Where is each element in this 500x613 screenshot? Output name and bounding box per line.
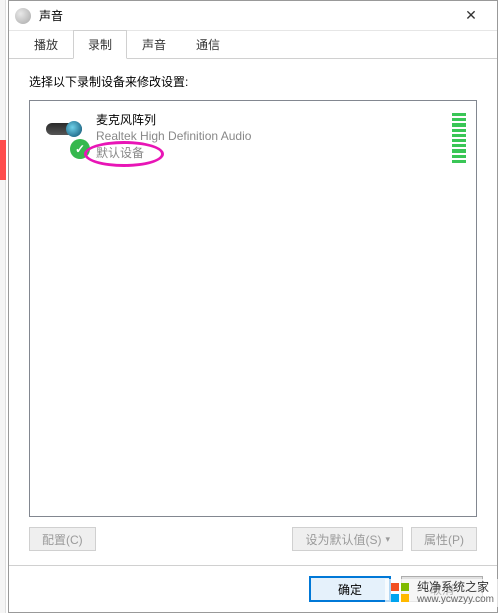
ok-button[interactable]: 确定	[309, 576, 391, 602]
background-red-strip	[0, 140, 6, 180]
level-meter-icon	[452, 111, 466, 163]
set-default-button[interactable]: 设为默认值(S)	[292, 527, 403, 551]
properties-button[interactable]: 属性(P)	[411, 527, 477, 551]
tab-recording[interactable]: 录制	[73, 30, 127, 59]
tab-communications[interactable]: 通信	[181, 30, 235, 59]
device-driver: Realtek High Definition Audio	[96, 129, 452, 143]
button-row: 配置(C) 设为默认值(S) 属性(P)	[29, 517, 477, 555]
watermark-logo-icon	[391, 583, 411, 603]
tab-bar: 播放 录制 声音 通信	[9, 31, 497, 59]
window-title: 声音	[39, 7, 451, 24]
microphone-icon: ✓	[40, 111, 92, 155]
watermark: 纯净系统之家 www.ycwzyy.com	[385, 579, 500, 607]
close-button[interactable]: ✕	[451, 7, 491, 24]
instruction-text: 选择以下录制设备来修改设置:	[29, 73, 477, 90]
device-item[interactable]: ✓ 麦克风阵列 Realtek High Definition Audio 默认…	[36, 107, 470, 167]
watermark-url: www.ycwzyy.com	[417, 594, 494, 605]
device-status: 默认设备	[96, 144, 144, 161]
device-name: 麦克风阵列	[96, 111, 452, 128]
sound-icon	[15, 8, 31, 24]
device-list[interactable]: ✓ 麦克风阵列 Realtek High Definition Audio 默认…	[29, 100, 477, 517]
title-bar: 声音 ✕	[9, 1, 497, 31]
default-check-icon: ✓	[70, 139, 90, 159]
tab-playback[interactable]: 播放	[19, 30, 73, 59]
tab-content: 选择以下录制设备来修改设置: ✓ 麦克风阵列 Realtek High Defi…	[9, 59, 497, 565]
watermark-name: 纯净系统之家	[417, 581, 494, 594]
sound-dialog: 声音 ✕ 播放 录制 声音 通信 选择以下录制设备来修改设置: ✓ 麦克风阵列 …	[8, 0, 498, 613]
device-text: 麦克风阵列 Realtek High Definition Audio 默认设备	[92, 111, 452, 161]
configure-button[interactable]: 配置(C)	[29, 527, 96, 551]
background-edge	[0, 0, 6, 613]
tab-sounds[interactable]: 声音	[127, 30, 181, 59]
